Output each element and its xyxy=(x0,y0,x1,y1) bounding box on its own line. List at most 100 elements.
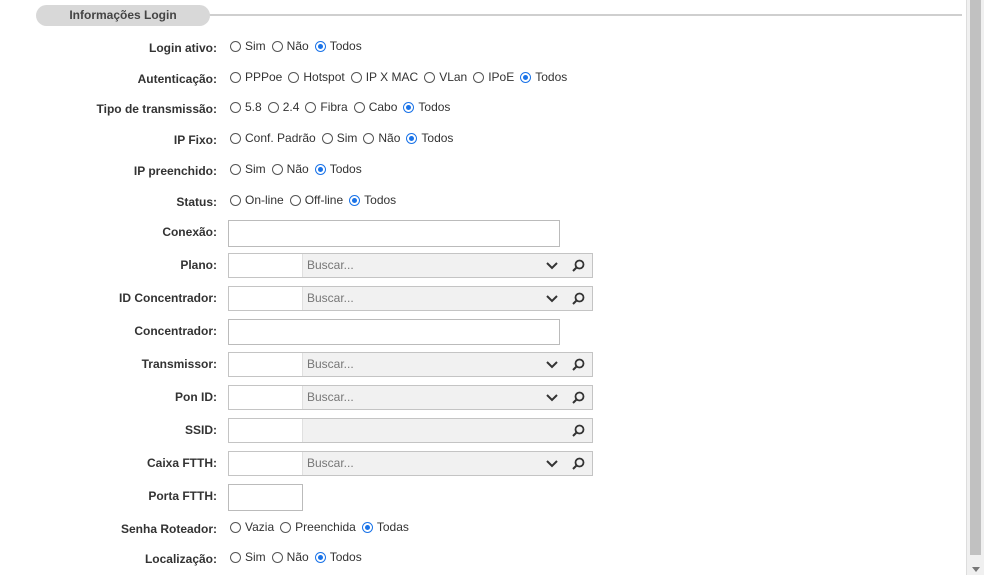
plano-id-input[interactable] xyxy=(229,254,303,277)
radio-auth-hotspot[interactable]: Hotspot xyxy=(288,70,345,84)
label-ssid: SSID: xyxy=(184,423,217,437)
radio-ippre-nao[interactable]: Não xyxy=(271,162,309,176)
radio-local-nao[interactable]: Não xyxy=(271,550,309,564)
vertical-scrollbar[interactable] xyxy=(966,0,984,575)
conexao-input[interactable] xyxy=(228,220,560,247)
row-transmissor: Transmissor: Buscar... xyxy=(0,352,960,377)
radio-circle[interactable] xyxy=(230,71,241,83)
radio-circle[interactable] xyxy=(305,101,317,113)
radio-auth-todos[interactable]: Todos xyxy=(520,70,567,84)
radio-circle[interactable] xyxy=(230,101,241,113)
radio-circle[interactable] xyxy=(280,521,292,533)
chevron-down-icon[interactable] xyxy=(537,353,567,376)
radio-circle[interactable] xyxy=(314,551,326,563)
radio-circle[interactable] xyxy=(314,40,326,52)
radio-tx-fibra[interactable]: Fibra xyxy=(305,100,348,114)
scrollbar-thumb[interactable] xyxy=(970,0,981,555)
magnifier-icon[interactable] xyxy=(565,386,592,409)
radio-circle[interactable] xyxy=(363,132,375,144)
magnifier-icon[interactable] xyxy=(565,287,592,310)
transmissor-search-input[interactable]: Buscar... xyxy=(303,353,537,376)
radio-circle[interactable] xyxy=(230,40,241,52)
radio-tx-58[interactable]: 5.8 xyxy=(230,100,262,114)
radio-login-todos[interactable]: Todos xyxy=(314,39,362,53)
radio-circle[interactable] xyxy=(230,163,241,175)
radio-status-offline[interactable]: Off-line xyxy=(289,193,343,207)
radio-circle[interactable] xyxy=(403,101,415,113)
radio-ipfixo-nao[interactable]: Não xyxy=(363,131,400,145)
scroll-down-arrow-icon[interactable] xyxy=(972,567,980,572)
radio-ippre-todos[interactable]: Todos xyxy=(314,162,362,176)
radio-circle[interactable] xyxy=(288,71,300,83)
id-concentrador-search-input[interactable]: Buscar... xyxy=(303,287,537,310)
radio-circle[interactable] xyxy=(289,194,301,206)
radio-circle[interactable] xyxy=(353,101,365,113)
radio-ipfixo-sim[interactable]: Sim xyxy=(321,131,357,145)
pon-id-search-input[interactable]: Buscar... xyxy=(303,386,537,409)
radio-circle[interactable] xyxy=(424,71,436,83)
magnifier-icon[interactable] xyxy=(565,419,592,442)
plano-search-input[interactable]: Buscar... xyxy=(303,254,537,277)
chevron-down-icon[interactable] xyxy=(537,386,567,409)
radio-auth-ipoe[interactable]: IPoE xyxy=(473,70,514,84)
radio-circle[interactable] xyxy=(406,132,418,144)
radio-auth-ipxmac[interactable]: IP X MAC xyxy=(350,70,418,84)
radio-circle[interactable] xyxy=(267,101,279,113)
radio-ippre-sim[interactable]: Sim xyxy=(230,162,266,176)
ssid-id-input[interactable] xyxy=(229,419,303,442)
transmissor-id-input[interactable] xyxy=(229,353,303,376)
magnifier-icon[interactable] xyxy=(565,254,592,277)
radio-auth-pppoe[interactable]: PPPoe xyxy=(230,70,282,84)
radio-circle[interactable] xyxy=(230,132,241,144)
radio-tx-24[interactable]: 2.4 xyxy=(267,100,299,114)
radio-circle[interactable] xyxy=(350,71,362,83)
magnifier-icon[interactable] xyxy=(565,353,592,376)
radio-circle[interactable] xyxy=(321,132,333,144)
ssid-search-input[interactable] xyxy=(303,419,565,442)
pon-id-combo: Buscar... xyxy=(228,385,593,410)
radio-senha-vazia[interactable]: Vazia xyxy=(230,520,274,534)
radio-circle[interactable] xyxy=(230,194,241,206)
radio-circle[interactable] xyxy=(271,40,283,52)
row-plano: Plano: Buscar... xyxy=(0,253,960,278)
row-senha-roteador: Senha Roteador: Vazia Preenchida Todas xyxy=(0,515,960,539)
radio-circle[interactable] xyxy=(271,551,283,563)
label-pon-id: Pon ID: xyxy=(175,390,217,404)
radio-circle[interactable] xyxy=(230,551,241,563)
radio-tx-cabo[interactable]: Cabo xyxy=(353,100,397,114)
radio-login-nao[interactable]: Não xyxy=(271,39,309,53)
radio-tx-todos[interactable]: Todos xyxy=(403,100,450,114)
row-login-ativo: Login ativo: Sim Não Todos xyxy=(0,34,960,58)
label-caixa-ftth: Caixa FTTH: xyxy=(146,456,217,470)
radio-circle[interactable] xyxy=(473,71,485,83)
radio-senha-todas[interactable]: Todas xyxy=(361,520,409,534)
radio-circle[interactable] xyxy=(349,194,361,206)
radio-login-sim[interactable]: Sim xyxy=(230,39,266,53)
chevron-down-icon[interactable] xyxy=(537,452,567,475)
chevron-down-icon[interactable] xyxy=(537,287,567,310)
radio-senha-preenchida[interactable]: Preenchida xyxy=(280,520,356,534)
radio-ipfixo-todos[interactable]: Todos xyxy=(406,131,453,145)
radio-local-todos[interactable]: Todos xyxy=(314,550,362,564)
radio-circle[interactable] xyxy=(361,521,373,533)
radio-ipfixo-padrao[interactable]: Conf. Padrão xyxy=(230,131,316,145)
chevron-down-icon[interactable] xyxy=(537,254,567,277)
radio-auth-vlan[interactable]: VLan xyxy=(424,70,467,84)
radio-status-todos[interactable]: Todos xyxy=(349,193,396,207)
label-id-concentrador: ID Concentrador: xyxy=(118,291,217,305)
radio-local-sim[interactable]: Sim xyxy=(230,550,266,564)
label-login-ativo: Login ativo: xyxy=(149,41,217,55)
concentrador-input[interactable] xyxy=(228,319,560,345)
radio-circle[interactable] xyxy=(230,521,241,533)
row-ip-fixo: IP Fixo: Conf. Padrão Sim Não Todos xyxy=(0,126,960,150)
porta-ftth-input[interactable] xyxy=(228,484,303,511)
id-concentrador-id-input[interactable] xyxy=(229,287,303,310)
caixa-ftth-search-input[interactable]: Buscar... xyxy=(303,452,537,475)
radio-circle[interactable] xyxy=(271,163,283,175)
radio-circle[interactable] xyxy=(520,71,532,83)
magnifier-icon[interactable] xyxy=(565,452,592,475)
caixa-ftth-id-input[interactable] xyxy=(229,452,303,475)
radio-status-online[interactable]: On-line xyxy=(230,193,284,207)
pon-id-id-input[interactable] xyxy=(229,386,303,409)
radio-circle[interactable] xyxy=(314,163,326,175)
